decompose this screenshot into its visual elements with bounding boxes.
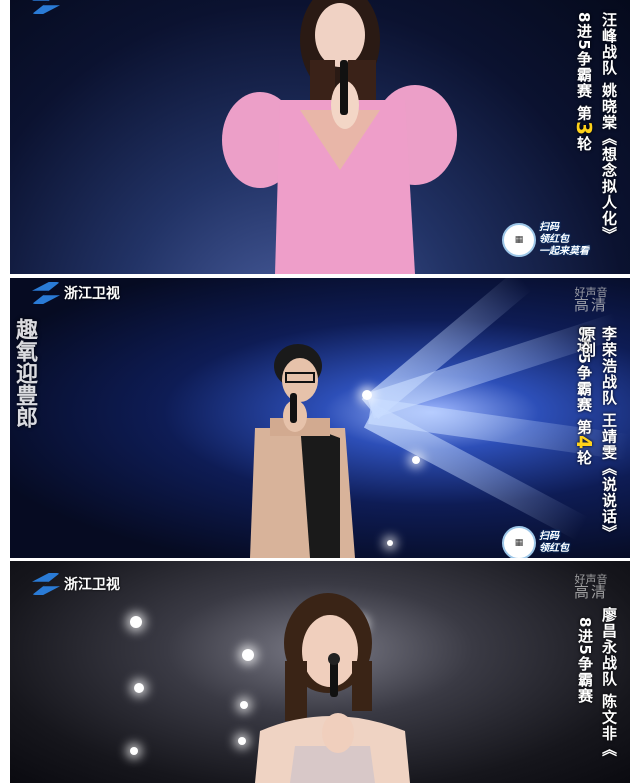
red-packet-badge[interactable]: ▦ 扫码 领红包 [502, 526, 569, 558]
performer-caption: 廖昌永战队 陈文非《 [600, 607, 618, 758]
singer-figure [250, 344, 355, 558]
singer-figure [255, 593, 410, 783]
video-frame-2: 浙江卫视 好声音 高清 趣氧迎豊郎 8进5争霸赛 第4轮 李荣浩战队 王靖雯《说说… [10, 278, 630, 558]
red-packet-badge[interactable]: ▦ 扫码 领红包 一起来莫看 [502, 222, 589, 258]
video-frame-3: 浙江卫视 好声音 高清 8进5争霸赛 廖昌永战队 陈文非《 [10, 561, 630, 783]
video-frame-1: 8进5争霸赛 第3轮 汪峰战队 姚晓棠《想念拟人化》 ▦ 扫码 领红包 一起来莫… [10, 0, 630, 274]
stage-caption: 8进5争霸赛 [576, 617, 594, 704]
performer-caption: 李荣浩战队 王靖雯《说说话》原创 [579, 326, 618, 541]
qr-code-icon: ▦ [502, 223, 536, 257]
performer-caption: 汪峰战队 姚晓棠《想念拟人化》 [600, 12, 618, 243]
qr-code-icon: ▦ [502, 526, 536, 558]
